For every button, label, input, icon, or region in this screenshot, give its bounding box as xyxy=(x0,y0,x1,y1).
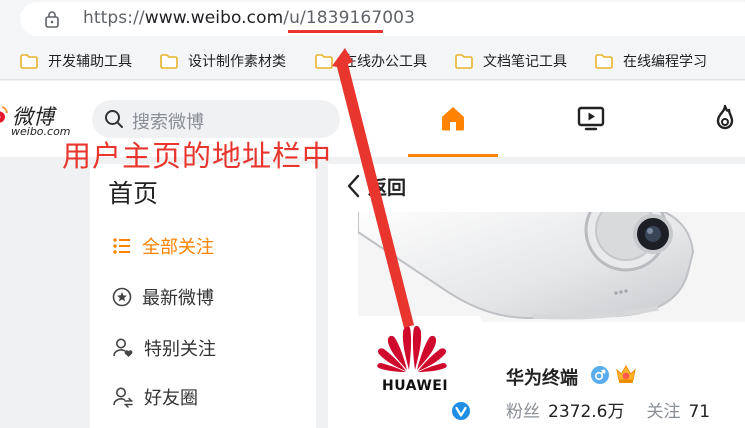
follow-count[interactable]: 71 xyxy=(688,402,710,422)
phone-render-image xyxy=(358,212,745,322)
lock-icon[interactable] xyxy=(44,10,60,28)
search-icon xyxy=(105,110,123,128)
bookmark-folder-office[interactable]: 在线办公工具 xyxy=(315,50,427,72)
active-tab-underline xyxy=(408,154,498,157)
star-circle-icon xyxy=(112,287,132,307)
profile-stats: 粉丝 2372.6万 关注 71 xyxy=(506,397,732,422)
bookmark-label: 在线编程学习 xyxy=(623,54,707,70)
folder-icon xyxy=(455,53,473,69)
sidebar-item-label: 特别关注 xyxy=(144,339,216,360)
user-friends-icon xyxy=(113,387,133,408)
sidebar-item-label: 最新微博 xyxy=(142,288,214,309)
bookmark-label: 文档笔记工具 xyxy=(483,54,567,70)
url-text[interactable]: https://www.weibo.com/u/1839167003 xyxy=(83,8,415,28)
hot-icon xyxy=(716,104,734,130)
weibo-eye-icon xyxy=(0,106,8,123)
url-path: /u/ xyxy=(283,8,306,28)
url-host: www.weibo.com xyxy=(144,8,284,28)
bookmark-folder-design[interactable]: 设计制作素材类 xyxy=(160,50,286,72)
sidebar-item-special[interactable]: 特别关注 xyxy=(112,333,216,363)
back-button[interactable]: 返回 xyxy=(346,172,406,200)
folder-icon xyxy=(160,53,178,69)
folder-icon xyxy=(595,53,613,69)
bookmark-folder-coding[interactable]: 在线编程学习 xyxy=(595,50,707,72)
uid-underline-annotation xyxy=(288,30,383,33)
sidebar-item-friends[interactable]: 好友圈 xyxy=(112,382,198,412)
avatar[interactable]: HUAWEI xyxy=(356,316,481,428)
sidebar-item-all-follows[interactable]: 全部关注 xyxy=(112,231,214,261)
male-gender-icon xyxy=(591,366,609,384)
bookmark-label: 在线办公工具 xyxy=(343,54,427,70)
back-label: 返回 xyxy=(368,176,407,199)
verified-badge-icon xyxy=(450,400,472,422)
list-icon xyxy=(113,238,130,254)
user-heart-icon xyxy=(113,338,133,357)
profile-name: 华为终端 xyxy=(506,368,578,389)
search-placeholder: 搜索微博 xyxy=(132,112,204,133)
bookmark-label: 设计制作素材类 xyxy=(188,54,286,70)
huawei-logo-icon xyxy=(377,325,447,372)
tab-home[interactable] xyxy=(408,81,498,157)
profile-main: 返回 HUAWEI 华为终端 粉丝 2372.6万 关注 71 xyxy=(328,164,745,428)
bookmarks-bar: 开发辅助工具 设计制作素材类 在线办公工具 文档笔记工具 在线编程学习 xyxy=(0,42,745,80)
tab-hot[interactable] xyxy=(680,81,745,157)
browser-toolbar: https://www.weibo.com/u/1839167003 xyxy=(0,0,745,42)
tab-video[interactable] xyxy=(546,81,636,157)
url-uid: 1839167003 xyxy=(305,8,415,28)
sidebar-item-label: 好友圈 xyxy=(144,388,198,409)
url-scheme: https:// xyxy=(83,8,145,28)
left-sidebar: 首页 全部关注 最新微博 特别关注 好友圈 xyxy=(90,164,316,428)
annotation-text: 用户主页的地址栏中 xyxy=(62,139,333,173)
bookmark-folder-dev-tools[interactable]: 开发辅助工具 xyxy=(20,50,132,72)
bookmark-label: 开发辅助工具 xyxy=(48,54,132,70)
fans-count[interactable]: 2372.6万 xyxy=(548,397,624,422)
fans-label: 粉丝 xyxy=(506,402,540,422)
crown-badge-icon xyxy=(616,364,636,383)
brand-wordmark: HUAWEI xyxy=(382,378,449,394)
folder-icon xyxy=(315,53,333,69)
sidebar-item-label: 全部关注 xyxy=(142,237,214,258)
bookmark-folder-notes[interactable]: 文档笔记工具 xyxy=(455,50,567,72)
sidebar-item-latest[interactable]: 最新微博 xyxy=(112,282,214,312)
video-icon xyxy=(577,106,605,131)
profile-cover-image xyxy=(358,212,745,322)
screenshot-root: https://www.weibo.com/u/1839167003 开发辅助工… xyxy=(0,0,745,428)
sidebar-title: 首页 xyxy=(108,179,159,208)
home-icon xyxy=(442,107,464,131)
folder-icon xyxy=(20,53,38,69)
chevron-left-icon xyxy=(347,174,360,198)
follow-label: 关注 xyxy=(646,402,681,422)
